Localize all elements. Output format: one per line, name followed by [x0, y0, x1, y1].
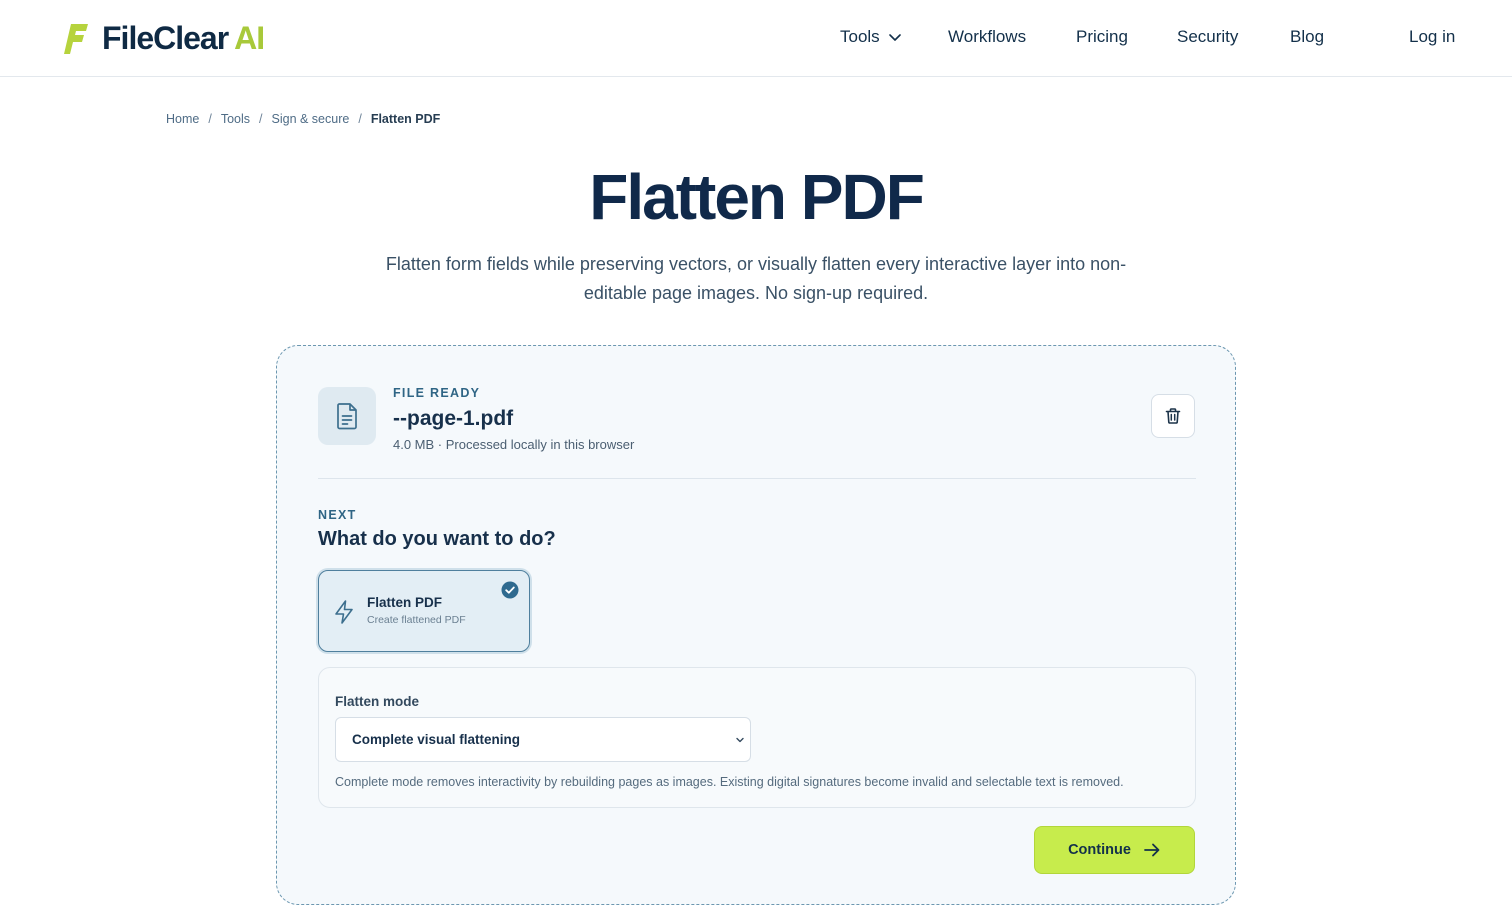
nav-pricing[interactable]: Pricing — [1076, 27, 1128, 47]
page-title: Flatten PDF — [589, 161, 925, 233]
continue-label: Continue — [1068, 842, 1131, 858]
breadcrumb-separator: / — [208, 112, 212, 126]
lightning-icon — [335, 600, 353, 624]
continue-button[interactable]: Continue — [1034, 826, 1195, 874]
page-subtitle: Flatten form fields while preserving vec… — [385, 254, 1127, 303]
breadcrumb-home[interactable]: Home — [166, 112, 199, 126]
main-nav: Tools Workflows Pricing Security Blog Lo… — [0, 27, 1512, 51]
nav-workflows[interactable]: Workflows — [948, 27, 1026, 47]
next-label: NEXT — [318, 508, 357, 522]
option-subtitle: Create flattened PDF — [367, 614, 466, 626]
chevron-down-icon — [736, 737, 744, 743]
breadcrumb-sign-secure[interactable]: Sign & secure — [272, 112, 350, 126]
file-icon-box — [318, 387, 376, 445]
option-title: Flatten PDF — [367, 595, 443, 610]
upload-card: FILE READY --page-1.pdf 4.0 MB · Process… — [276, 345, 1236, 905]
flatten-mode-select[interactable]: Complete visual flattening — [335, 717, 751, 762]
file-meta: 4.0 MB · Processed locally in this brows… — [393, 437, 635, 452]
file-name: --page-1.pdf — [393, 407, 514, 430]
nav-blog[interactable]: Blog — [1290, 27, 1324, 47]
divider — [318, 478, 1196, 479]
login-link[interactable]: Log in — [1409, 27, 1455, 47]
option-flatten-pdf[interactable]: Flatten PDF Create flattened PDF — [318, 570, 530, 652]
trash-icon — [1165, 408, 1181, 424]
file-status-label: FILE READY — [393, 386, 481, 400]
breadcrumb: Home / Tools / Sign & secure / Flatten P… — [166, 112, 440, 126]
document-icon — [337, 403, 357, 430]
nav-tools[interactable]: Tools — [840, 27, 902, 47]
breadcrumb-separator: / — [259, 112, 263, 126]
site-header: FileClear AI Tools Workflows Pricing Sec… — [0, 0, 1512, 77]
flatten-mode-value: Complete visual flattening — [352, 732, 521, 747]
flatten-mode-note: Complete mode removes interactivity by r… — [335, 775, 1124, 789]
remove-file-button[interactable] — [1151, 394, 1195, 438]
flatten-mode-label: Flatten mode — [335, 694, 420, 709]
breadcrumb-current: Flatten PDF — [370, 112, 441, 126]
breadcrumb-separator: / — [358, 112, 362, 126]
nav-security[interactable]: Security — [1177, 27, 1238, 47]
action-question: What do you want to do? — [318, 528, 556, 550]
breadcrumb-tools[interactable]: Tools — [221, 112, 250, 126]
flatten-settings-panel: Flatten mode Complete visual flattening … — [318, 667, 1196, 808]
check-circle-icon — [501, 581, 519, 599]
nav-tools-label: Tools — [840, 27, 880, 46]
chevron-down-icon — [888, 34, 901, 41]
arrow-right-icon — [1144, 843, 1160, 857]
